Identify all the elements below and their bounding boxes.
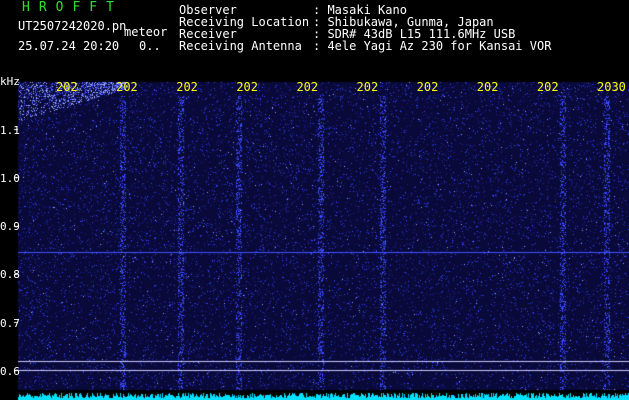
x-tick-label: 202: [416, 80, 439, 94]
app-title: HROFFT: [22, 0, 123, 15]
x-tick-label: 202: [536, 80, 559, 94]
spectrogram-canvas: [0, 78, 629, 400]
y-tick-label: 0.9: [0, 220, 20, 234]
x-tick-label: 202: [116, 80, 138, 94]
antenna-label: Receiving Antenna: [179, 39, 302, 53]
y-tick-label: 0.8: [0, 268, 20, 282]
datetime: 25.07.24 20:20: [18, 39, 120, 53]
x-tick-label: 202: [296, 80, 319, 94]
x-tick-label: 202: [56, 80, 78, 94]
x-tick-label: 202: [176, 80, 198, 94]
y-tick-label: 1.0: [0, 171, 20, 185]
header-panel: HROFFT UT2507242020.pn meteor 25.07.24 2…: [0, 0, 629, 78]
x-tick-label: 202: [476, 80, 499, 94]
file-name: UT2507242020.pn: [18, 19, 127, 33]
antenna-value: : 4ele Yagi Az 230 for Kansai VOR: [313, 39, 552, 53]
x-tick-label: 202: [356, 80, 379, 94]
y-tick-label: 0.6: [0, 364, 20, 378]
mode-label: meteor: [124, 25, 168, 39]
y-tick-label: 0.7: [0, 316, 20, 330]
y-unit-label: kHz: [0, 75, 20, 88]
x-tick-label: 202: [236, 80, 259, 94]
x-tick-label: 2030: [597, 80, 626, 94]
meteor-count: 0..: [139, 39, 161, 53]
y-tick-label: 1.1: [0, 123, 20, 137]
